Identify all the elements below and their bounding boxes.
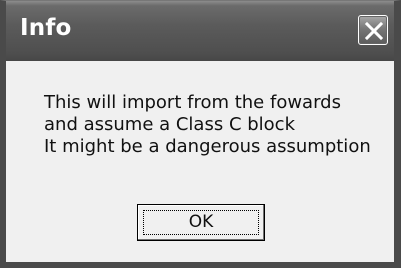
dialog-body: This will import from the fowards and as… — [6, 61, 394, 262]
title-bar[interactable]: Info — [6, 1, 394, 61]
ok-button-label: OK — [188, 212, 214, 232]
dialog-title: Info — [20, 15, 72, 41]
message-text: This will import from the fowards and as… — [44, 92, 371, 158]
close-button[interactable] — [358, 15, 388, 45]
message-line: This will import from the fowards — [44, 92, 341, 113]
message-line: It might be a dangerous assumption — [44, 136, 371, 157]
info-dialog: Info This will import from the fowards a… — [0, 0, 401, 268]
message-line: and assume a Class C block — [44, 114, 295, 135]
close-icon — [364, 21, 384, 41]
ok-button[interactable]: OK — [137, 204, 265, 241]
